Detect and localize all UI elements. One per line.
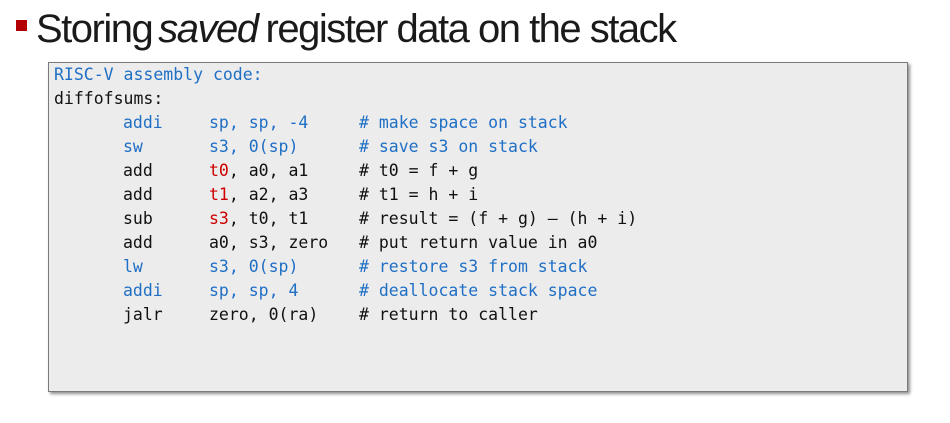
code-line: add a0, s3, zero # put return value in a… [49, 231, 909, 255]
code-op: addi [123, 281, 163, 300]
code-comment: # deallocate stack space [359, 281, 598, 300]
code-comment: # t0 = f + g [359, 161, 479, 180]
code-comment: # put return value in a0 [359, 233, 598, 252]
code-line: add t1, a2, a3 # t1 = h + i [49, 183, 909, 207]
code-line: jalr zero, 0(ra) # return to caller [49, 303, 909, 327]
code-args-rest: , t0, t1 [228, 209, 309, 228]
code-line: add t0, a0, a1 # t0 = f + g [49, 159, 909, 183]
code-args: sp, sp, 4 [209, 281, 299, 300]
code-comment: # return to caller [359, 305, 538, 324]
code-args: s3, 0(sp) [209, 257, 299, 276]
code-op: sw [123, 137, 143, 156]
code-line: addi sp, sp, -4 # make space on stack [49, 111, 909, 135]
code-line: addi sp, sp, 4 # deallocate stack space [49, 279, 909, 303]
code-op: sub [123, 209, 153, 228]
bullet-square-icon [16, 19, 27, 31]
code-comment: # result = (f + g) – (h + i) [359, 209, 638, 228]
code-args: zero, 0(ra) [209, 305, 319, 324]
code-comment: # save s3 on stack [359, 137, 538, 156]
code-args: a0, s3, zero [209, 233, 329, 252]
code-op: jalr [123, 305, 163, 324]
code-op: add [123, 233, 153, 252]
code-comment: # t1 = h + i [359, 185, 479, 204]
title-text-start: Storing [36, 6, 154, 51]
title-emphasis: saved [158, 6, 259, 51]
title-text-end: register data on the stack [265, 6, 678, 51]
code-op: add [123, 161, 153, 180]
code-dest-register: t0 [209, 161, 229, 180]
code-dest-register: s3 [209, 209, 229, 228]
code-block: RISC-V assembly code: diffofsums: addi s… [48, 62, 908, 392]
slide-title: Storing saved register data on the stack [16, 2, 678, 56]
code-op: addi [123, 113, 163, 132]
code-header: RISC-V assembly code: [54, 65, 263, 84]
code-line: lw s3, 0(sp) # restore s3 from stack [49, 255, 909, 279]
code-comment: # restore s3 from stack [359, 257, 588, 276]
code-args: s3, 0(sp) [209, 137, 299, 156]
code-line: sw s3, 0(sp) # save s3 on stack [49, 135, 909, 159]
code-args-rest: , a2, a3 [228, 185, 309, 204]
code-function-label: diffofsums: [54, 89, 164, 108]
code-op: add [123, 185, 153, 204]
code-args: sp, sp, -4 [209, 113, 309, 132]
code-comment: # make space on stack [359, 113, 568, 132]
code-op: lw [123, 257, 143, 276]
code-line: sub s3, t0, t1 # result = (f + g) – (h +… [49, 207, 909, 231]
code-args-rest: , a0, a1 [228, 161, 309, 180]
code-dest-register: t1 [209, 185, 229, 204]
